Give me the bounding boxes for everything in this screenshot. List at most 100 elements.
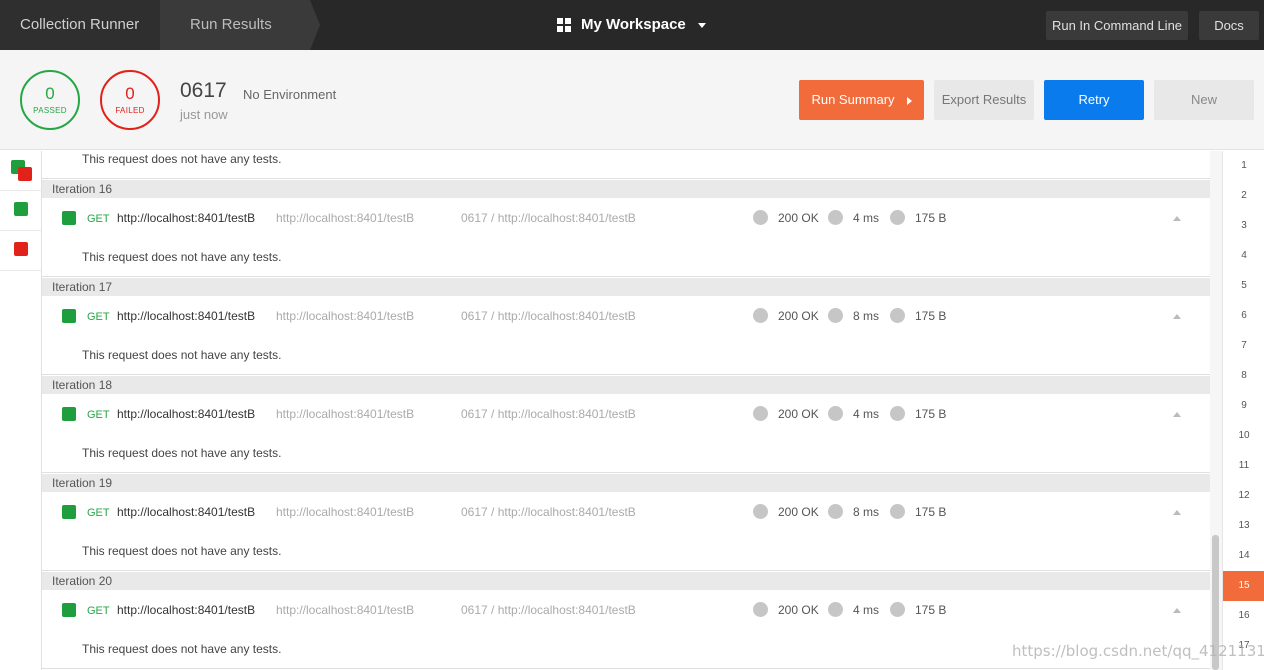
iteration-number[interactable]: 1 — [1223, 151, 1264, 181]
request-row[interactable]: GET http://localhost:8401/testB http://l… — [42, 198, 1210, 238]
run-summary-button[interactable]: Run Summary — [799, 80, 924, 120]
iteration-number[interactable]: 12 — [1223, 481, 1264, 511]
request-path: 0617 / http://localhost:8401/testB — [461, 407, 636, 421]
filter-passed[interactable] — [0, 191, 41, 231]
request-path: 0617 / http://localhost:8401/testB — [461, 211, 636, 225]
time-dot-icon — [828, 210, 843, 225]
iteration-number[interactable]: 9 — [1223, 391, 1264, 421]
request-row[interactable]: GET http://localhost:8401/testB http://l… — [42, 590, 1210, 630]
new-button[interactable]: New — [1154, 80, 1254, 120]
caret-right-icon — [906, 96, 912, 105]
iteration-number[interactable]: 10 — [1223, 421, 1264, 451]
run-in-command-line-button[interactable]: Run In Command Line — [1046, 11, 1188, 40]
request-method: GET — [87, 311, 110, 323]
iteration-header: Iteration 18 — [42, 376, 1210, 394]
iteration-number[interactable]: 14 — [1223, 541, 1264, 571]
collapse-caret-icon[interactable] — [1173, 314, 1181, 319]
no-tests-row: This request does not have any tests. — [42, 531, 1210, 571]
status-dot-icon — [753, 504, 768, 519]
run-summary-label: Run Summary — [811, 92, 895, 107]
no-tests-row: This request does not have any tests. — [42, 151, 1210, 179]
environment-label: No Environment — [243, 87, 337, 102]
time-dot-icon — [828, 504, 843, 519]
run-summary-header: 0 PASSED 0 FAILED 0617 No Environment ju… — [0, 50, 1264, 150]
request-resolved-url: http://localhost:8401/testB — [276, 505, 415, 519]
no-tests-text: This request does not have any tests. — [82, 642, 282, 656]
breadcrumb-run-results[interactable]: Run Results — [160, 0, 310, 50]
results-list: This request does not have any tests. It… — [42, 151, 1210, 670]
docs-button[interactable]: Docs — [1199, 11, 1259, 40]
request-resolved-url: http://localhost:8401/testB — [276, 407, 415, 421]
response-time: 4 ms — [853, 407, 880, 421]
request-row[interactable]: GET http://localhost:8401/testB http://l… — [42, 492, 1210, 532]
iteration-header: Iteration 17 — [42, 278, 1210, 296]
passed-square-icon — [62, 309, 76, 323]
filter-failed[interactable] — [0, 231, 41, 271]
no-tests-text: This request does not have any tests. — [82, 348, 282, 362]
response-time: 8 ms — [853, 309, 880, 323]
iteration-number-active[interactable]: 15 — [1223, 571, 1264, 601]
passed-square-icon — [14, 202, 28, 216]
breadcrumb-collection-runner[interactable]: Collection Runner — [0, 0, 160, 50]
request-method: GET — [87, 507, 110, 519]
iteration-number[interactable]: 3 — [1223, 211, 1264, 241]
request-path: 0617 / http://localhost:8401/testB — [461, 603, 636, 617]
passed-count: 0 — [45, 84, 55, 103]
request-url: http://localhost:8401/testB — [117, 603, 256, 617]
collapse-caret-icon[interactable] — [1173, 216, 1181, 221]
export-results-button[interactable]: Export Results — [934, 80, 1034, 120]
watermark: https://blog.csdn.net/qq_41211318 — [1012, 642, 1264, 660]
retry-button[interactable]: Retry — [1044, 80, 1144, 120]
iteration-number[interactable]: 13 — [1223, 511, 1264, 541]
iteration-header: Iteration 16 — [42, 180, 1210, 198]
top-bar: Collection Runner Run Results My Workspa… — [0, 0, 1264, 50]
status-dot-icon — [753, 308, 768, 323]
response-status: 200 OK — [778, 309, 819, 323]
passed-square-icon — [62, 603, 76, 617]
failed-square-icon — [14, 242, 28, 256]
collapse-caret-icon[interactable] — [1173, 608, 1181, 613]
failed-label: FAILED — [115, 106, 145, 115]
iteration-number[interactable]: 7 — [1223, 331, 1264, 361]
response-size: 175 B — [915, 603, 947, 617]
no-tests-text: This request does not have any tests. — [82, 446, 282, 460]
time-dot-icon — [828, 602, 843, 617]
iteration-number[interactable]: 6 — [1223, 301, 1264, 331]
no-tests-row: This request does not have any tests. — [42, 433, 1210, 473]
size-dot-icon — [890, 602, 905, 617]
iteration-number[interactable]: 8 — [1223, 361, 1264, 391]
iteration-number[interactable]: 4 — [1223, 241, 1264, 271]
response-status: 200 OK — [778, 211, 819, 225]
iteration-number[interactable]: 2 — [1223, 181, 1264, 211]
workspace-name: My Workspace — [581, 16, 686, 33]
workspace-switcher[interactable]: My Workspace — [557, 0, 706, 50]
iteration-number[interactable]: 11 — [1223, 451, 1264, 481]
response-size: 175 B — [915, 505, 947, 519]
request-row[interactable]: GET http://localhost:8401/testB http://l… — [42, 394, 1210, 434]
passed-square-icon — [62, 211, 76, 225]
failed-square-icon — [18, 167, 32, 181]
iteration-header: Iteration 20 — [42, 572, 1210, 590]
time-dot-icon — [828, 406, 843, 421]
iteration-header: Iteration 19 — [42, 474, 1210, 492]
size-dot-icon — [890, 308, 905, 323]
collapse-caret-icon[interactable] — [1173, 412, 1181, 417]
request-method: GET — [87, 213, 110, 225]
no-tests-row: This request does not have any tests. — [42, 335, 1210, 375]
iteration-number[interactable]: 5 — [1223, 271, 1264, 301]
failed-counter: 0 FAILED — [100, 70, 160, 130]
iteration-number[interactable]: 16 — [1223, 601, 1264, 631]
collapse-caret-icon[interactable] — [1173, 510, 1181, 515]
time-dot-icon — [828, 308, 843, 323]
run-name: 0617 — [180, 79, 227, 102]
request-method: GET — [87, 409, 110, 421]
response-status: 200 OK — [778, 603, 819, 617]
results-scrollbar[interactable] — [1210, 151, 1222, 670]
left-filter-bar — [0, 151, 42, 670]
filter-all[interactable] — [0, 151, 41, 191]
request-row[interactable]: GET http://localhost:8401/testB http://l… — [42, 296, 1210, 336]
size-dot-icon — [890, 406, 905, 421]
response-size: 175 B — [915, 211, 947, 225]
no-tests-row: This request does not have any tests. — [42, 237, 1210, 277]
status-dot-icon — [753, 406, 768, 421]
